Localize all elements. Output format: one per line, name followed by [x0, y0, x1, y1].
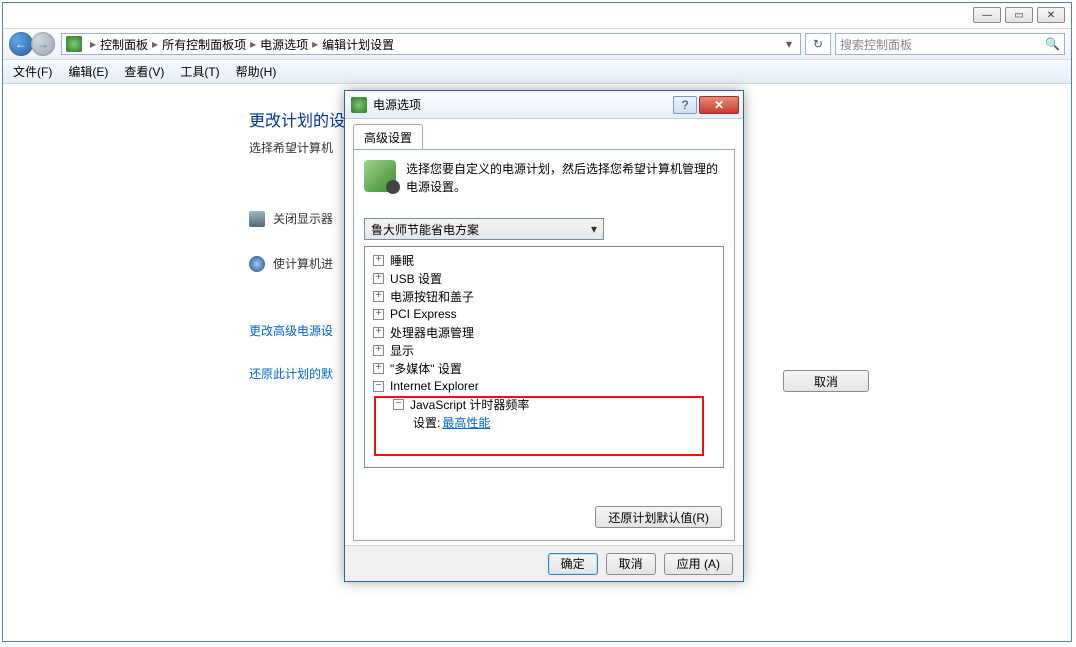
menu-view[interactable]: 查看(V) — [124, 63, 164, 80]
setting-label: 设置: — [413, 414, 440, 431]
menu-help[interactable]: 帮助(H) — [236, 63, 277, 80]
chevron-down-icon: ▾ — [591, 222, 597, 236]
apply-button[interactable]: 应用 (A) — [664, 553, 733, 575]
breadcrumb-item[interactable]: 控制面板 — [100, 36, 148, 53]
maximize-button[interactable]: ▭ — [1005, 7, 1033, 23]
tree-node-sleep[interactable]: + 睡眠 — [367, 251, 721, 269]
tree-node-js-timer[interactable]: −JavaScript 计时器频率 — [367, 395, 721, 413]
tree-label: JavaScript 计时器频率 — [410, 396, 529, 413]
cancel-button[interactable]: 取消 — [606, 553, 656, 575]
tree-label: USB 设置 — [390, 270, 442, 287]
tab-strip: 高级设置 — [353, 125, 735, 149]
nav-back-forward: ← → — [9, 30, 55, 58]
power-plan-select[interactable]: 鲁大师节能省电方案 ▾ — [364, 218, 604, 240]
collapse-icon[interactable]: − — [373, 381, 384, 392]
tree-node-cpu-power[interactable]: + 处理器电源管理 — [367, 323, 721, 341]
menu-edit[interactable]: 编辑(E) — [68, 63, 108, 80]
tree-node-power-buttons[interactable]: + 电源按钮和盖子 — [367, 287, 721, 305]
breadcrumb-sep: ▸ — [250, 37, 256, 51]
tree-node-multimedia[interactable]: + "多媒体" 设置 — [367, 359, 721, 377]
close-button[interactable]: ✕ — [1037, 7, 1065, 23]
expand-icon[interactable]: + — [373, 291, 384, 302]
power-icon — [249, 256, 265, 272]
restore-plan-defaults-button[interactable]: 还原计划默认值(R) — [595, 506, 722, 528]
expand-icon[interactable]: + — [373, 255, 384, 266]
menu-tools[interactable]: 工具(T) — [180, 63, 219, 80]
description-text: 选择您要自定义的电源计划，然后选择您希望计算机管理的电源设置。 — [406, 160, 724, 196]
minimize-button[interactable]: — — [973, 7, 1001, 23]
back-button[interactable]: ← — [9, 32, 33, 56]
expand-icon[interactable]: + — [373, 309, 384, 320]
power-plan-selected: 鲁大师节能省电方案 — [371, 221, 479, 238]
breadcrumb-item[interactable]: 编辑计划设置 — [322, 36, 394, 53]
forward-button[interactable]: → — [31, 32, 55, 56]
tree-node-ie[interactable]: −Internet Explorer — [367, 377, 721, 395]
dialog-help-button[interactable]: ? — [673, 96, 697, 114]
search-placeholder: 搜索控制面板 — [840, 36, 912, 53]
restore-row: 还原计划默认值(R) — [595, 506, 722, 528]
expand-icon[interactable]: + — [373, 363, 384, 374]
tree-node-pci-express[interactable]: + PCI Express — [367, 305, 721, 323]
tree-label: 处理器电源管理 — [390, 324, 474, 341]
power-options-dialog: 电源选项 ? ✕ 高级设置 选择您要自定义的电源计划，然后选择您希望计算机管理的… — [344, 90, 744, 582]
expand-icon[interactable]: + — [373, 345, 384, 356]
address-bar[interactable]: ▸ 控制面板 ▸ 所有控制面板项 ▸ 电源选项 ▸ 编辑计划设置 ▾ — [61, 33, 801, 55]
breadcrumb-item[interactable]: 所有控制面板项 — [162, 36, 246, 53]
search-icon: 🔍 — [1045, 37, 1060, 51]
battery-plan-icon — [364, 160, 396, 192]
tree-label: 睡眠 — [390, 252, 414, 269]
breadcrumb-sep: ▸ — [312, 37, 318, 51]
search-input[interactable]: 搜索控制面板 🔍 — [835, 33, 1065, 55]
dialog-title: 电源选项 — [373, 96, 421, 113]
tree-label: 电源按钮和盖子 — [390, 288, 474, 305]
ok-button[interactable]: 确定 — [548, 553, 598, 575]
breadcrumb-item[interactable]: 电源选项 — [260, 36, 308, 53]
tab-panel: 选择您要自定义的电源计划，然后选择您希望计算机管理的电源设置。 鲁大师节能省电方… — [353, 149, 735, 541]
settings-tree[interactable]: + 睡眠 + USB 设置 + 电源按钮和盖子 + PCI Express + 处理器电源… — [364, 246, 724, 468]
dialog-close-button[interactable]: ✕ — [699, 96, 739, 114]
dialog-body: 高级设置 选择您要自定义的电源计划，然后选择您希望计算机管理的电源设置。 鲁大师… — [353, 125, 735, 541]
expand-icon[interactable]: + — [373, 327, 384, 338]
expand-icon[interactable]: + — [373, 273, 384, 284]
tree-leaf-setting[interactable]: 设置: 最高性能 — [367, 413, 721, 431]
host-cancel-button[interactable]: 取消 — [783, 370, 869, 392]
sleep-label: 使计算机进 — [273, 255, 333, 272]
tree-node-display[interactable]: + 显示 — [367, 341, 721, 359]
description-row: 选择您要自定义的电源计划，然后选择您希望计算机管理的电源设置。 — [364, 160, 724, 196]
display-off-label: 关闭显示器 — [273, 210, 333, 227]
breadcrumb-sep: ▸ — [90, 37, 96, 51]
menu-file[interactable]: 文件(F) — [13, 63, 52, 80]
breadcrumb-sep: ▸ — [152, 37, 158, 51]
collapse-icon[interactable]: − — [393, 399, 404, 410]
tree-label: PCI Express — [390, 307, 457, 321]
menu-bar: 文件(F) 编辑(E) 查看(V) 工具(T) 帮助(H) — [3, 60, 1071, 84]
tree-label: 显示 — [390, 342, 414, 359]
setting-value[interactable]: 最高性能 — [442, 414, 490, 431]
nav-bar: ← → ▸ 控制面板 ▸ 所有控制面板项 ▸ 电源选项 ▸ 编辑计划设置 ▾ ↻… — [3, 28, 1071, 60]
monitor-icon — [249, 211, 265, 227]
window-controls: — ▭ ✕ — [973, 7, 1065, 23]
control-panel-icon — [66, 36, 82, 52]
tree-label: Internet Explorer — [390, 379, 479, 393]
dialog-titlebar[interactable]: 电源选项 ? ✕ — [345, 91, 743, 119]
tree-node-usb[interactable]: + USB 设置 — [367, 269, 721, 287]
dialog-footer: 确定 取消 应用 (A) — [345, 545, 743, 581]
address-dropdown-icon[interactable]: ▾ — [782, 37, 796, 51]
tree-label: "多媒体" 设置 — [390, 360, 462, 377]
dialog-power-icon — [351, 97, 367, 113]
tab-advanced-settings[interactable]: 高级设置 — [353, 124, 423, 150]
refresh-button[interactable]: ↻ — [805, 33, 831, 55]
